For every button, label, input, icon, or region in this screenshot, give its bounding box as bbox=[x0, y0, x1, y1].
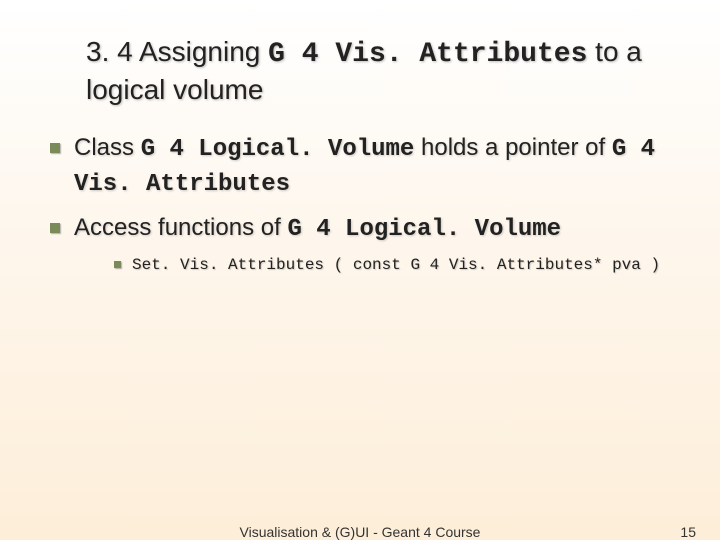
list-item: Class G 4 Logical. Volume holds a pointe… bbox=[44, 131, 676, 201]
text: Class bbox=[74, 134, 141, 161]
page-number: 15 bbox=[680, 524, 696, 540]
title-code: G 4 Vis. Attributes bbox=[268, 39, 587, 70]
list-item: Set. Vis. Attributes ( const G 4 Vis. At… bbox=[110, 254, 676, 277]
text: holds a pointer of bbox=[414, 134, 611, 161]
code: G 4 Logical. Volume bbox=[141, 136, 415, 163]
slide-title: 3. 4 Assigning G 4 Vis. Attributes to a … bbox=[86, 34, 676, 107]
footer-text: Visualisation & (G)UI - Geant 4 Course bbox=[0, 524, 720, 540]
bullet-list: Class G 4 Logical. Volume holds a pointe… bbox=[44, 131, 676, 277]
text: Access functions of bbox=[74, 214, 287, 241]
title-prefix: 3. 4 Assigning bbox=[86, 36, 268, 67]
code: G 4 Logical. Volume bbox=[287, 216, 561, 243]
code: Set. Vis. Attributes ( const G 4 Vis. At… bbox=[132, 256, 660, 274]
sub-list: Set. Vis. Attributes ( const G 4 Vis. At… bbox=[110, 254, 676, 277]
slide: 3. 4 Assigning G 4 Vis. Attributes to a … bbox=[0, 0, 720, 540]
list-item: Access functions of G 4 Logical. Volume … bbox=[44, 211, 676, 277]
